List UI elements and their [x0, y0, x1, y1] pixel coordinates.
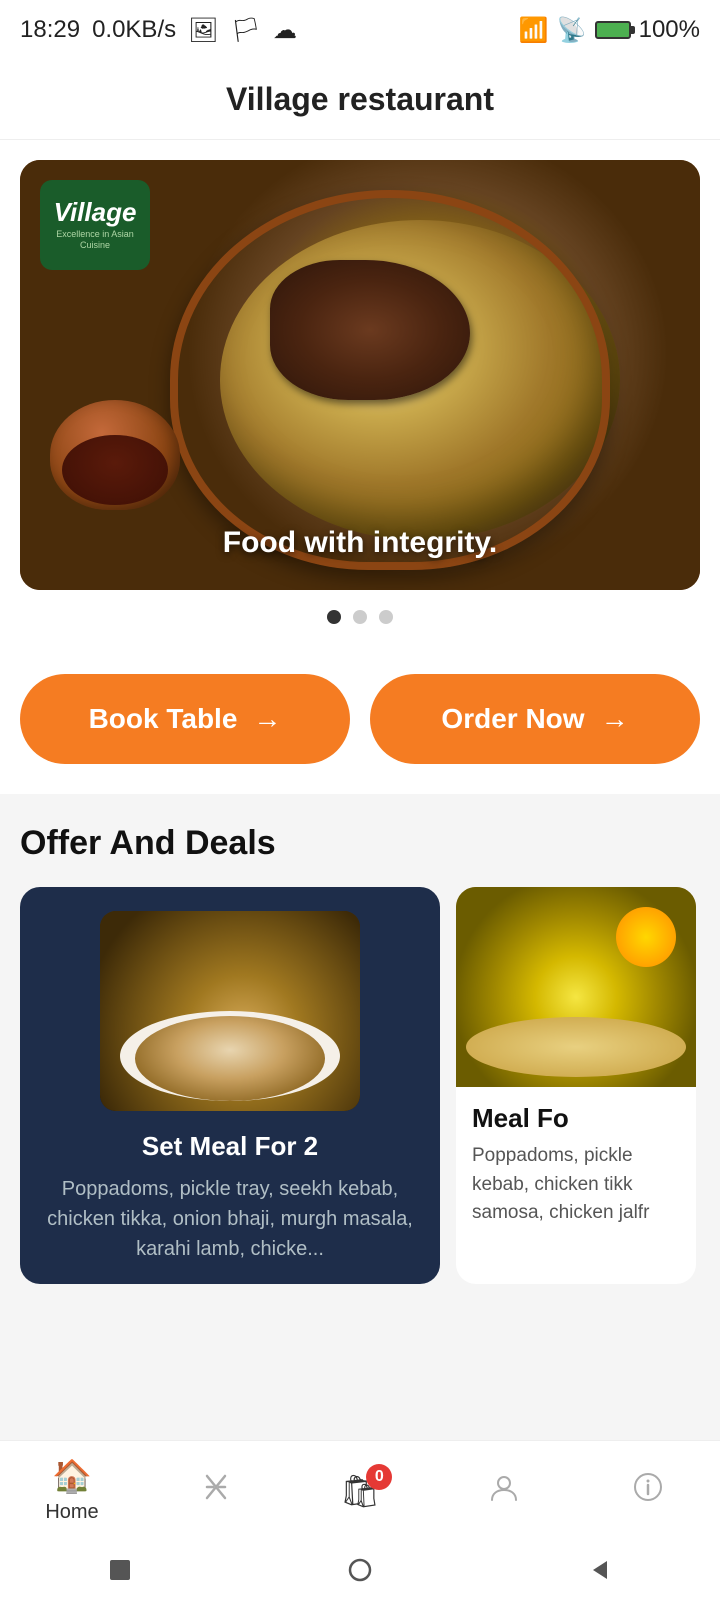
flag-icon: 🏳	[231, 16, 261, 45]
offer-food-plate-1	[120, 1011, 340, 1101]
status-right: 📶 📡 100%	[519, 16, 700, 45]
offer-card-1-title: Set Meal For 2	[40, 1131, 420, 1162]
battery-icon	[595, 21, 631, 39]
food-plate-2	[466, 1017, 686, 1077]
restaurant-logo: Village Excellence in Asian Cuisine	[40, 180, 150, 270]
home-icon: 🏠	[52, 1457, 92, 1495]
offer-card-2-image	[456, 887, 696, 1087]
battery-percent: 100%	[639, 16, 700, 44]
android-navigation	[0, 1540, 720, 1600]
status-bar: 18:29 0.0KB/s 🖼 🏳 ☁ 📶 📡 100%	[0, 0, 720, 60]
hero-carousel: Village Excellence in Asian Cuisine Food…	[0, 140, 720, 590]
action-buttons-row: Book Table → Order Now →	[0, 644, 720, 794]
back-button[interactable]	[580, 1550, 620, 1590]
offer-card-2-content: Meal Fo Poppadoms, pickle kebab, chicken…	[456, 1087, 696, 1244]
app-header: Village restaurant	[0, 60, 720, 140]
order-now-label: Order Now	[441, 703, 584, 735]
book-table-button[interactable]: Book Table →	[20, 674, 350, 764]
time: 18:29	[20, 16, 80, 44]
nav-item-cart[interactable]: 🛍 0	[320, 1472, 400, 1510]
offer-card-2[interactable]: Meal Fo Poppadoms, pickle kebab, chicken…	[456, 887, 696, 1284]
menu-icon	[199, 1470, 233, 1512]
cart-badge: 0	[366, 1464, 392, 1490]
carousel-dots	[0, 590, 720, 644]
small-bowl-content	[62, 435, 168, 505]
bottom-navigation: 🏠 Home 🛍 0	[0, 1440, 720, 1540]
notification-icon: 🖼	[188, 16, 218, 45]
order-now-arrow-icon: →	[601, 703, 629, 735]
weather-icon: ☁	[273, 16, 297, 45]
nav-item-home[interactable]: 🏠 Home	[32, 1457, 112, 1524]
nav-item-info[interactable]	[608, 1470, 688, 1512]
nav-home-label: Home	[45, 1501, 98, 1524]
carousel-slide[interactable]: Village Excellence in Asian Cuisine Food…	[20, 160, 700, 590]
home-button[interactable]	[340, 1550, 380, 1590]
status-left: 18:29 0.0KB/s 🖼 🏳 ☁	[20, 16, 297, 45]
offers-title: Offer And Deals	[20, 824, 700, 863]
carousel-dot-2[interactable]	[353, 610, 367, 624]
info-icon	[631, 1470, 665, 1512]
offers-section: Offer And Deals Set Meal For 2 Poppadoms…	[0, 794, 720, 1304]
wifi-icon: 📡	[557, 16, 587, 45]
clay-bowl	[170, 190, 610, 570]
logo-subtext: Excellence in Asian Cuisine	[48, 229, 142, 251]
carousel-dot-1[interactable]	[327, 610, 341, 624]
nav-item-profile[interactable]	[464, 1470, 544, 1512]
food-garnish	[616, 907, 676, 967]
offer-card-2-description: Poppadoms, pickle kebab, chicken tikk sa…	[472, 1142, 680, 1228]
data-speed: 0.0KB/s	[92, 16, 176, 44]
book-table-arrow-icon: →	[253, 703, 281, 735]
order-now-button[interactable]: Order Now →	[370, 674, 700, 764]
offer-card-2-title: Meal Fo	[472, 1103, 680, 1134]
offer-card-1-image	[100, 911, 360, 1111]
signal-icon: 📶	[519, 16, 549, 45]
carousel-dot-3[interactable]	[379, 610, 393, 624]
book-table-label: Book Table	[89, 703, 238, 735]
offers-scroll-container[interactable]: Set Meal For 2 Poppadoms, pickle tray, s…	[20, 887, 700, 1284]
page-title: Village restaurant	[226, 81, 494, 118]
offer-card-1-description: Poppadoms, pickle tray, seekh kebab, chi…	[40, 1174, 420, 1264]
recent-apps-button[interactable]	[100, 1550, 140, 1590]
carousel-caption: Food with integrity.	[20, 526, 700, 560]
nav-item-menu[interactable]	[176, 1470, 256, 1512]
offer-card-1[interactable]: Set Meal For 2 Poppadoms, pickle tray, s…	[20, 887, 440, 1284]
cart-badge-wrap: 🛍 0	[340, 1472, 381, 1510]
logo-text: Village	[54, 199, 137, 225]
profile-icon	[487, 1470, 521, 1512]
